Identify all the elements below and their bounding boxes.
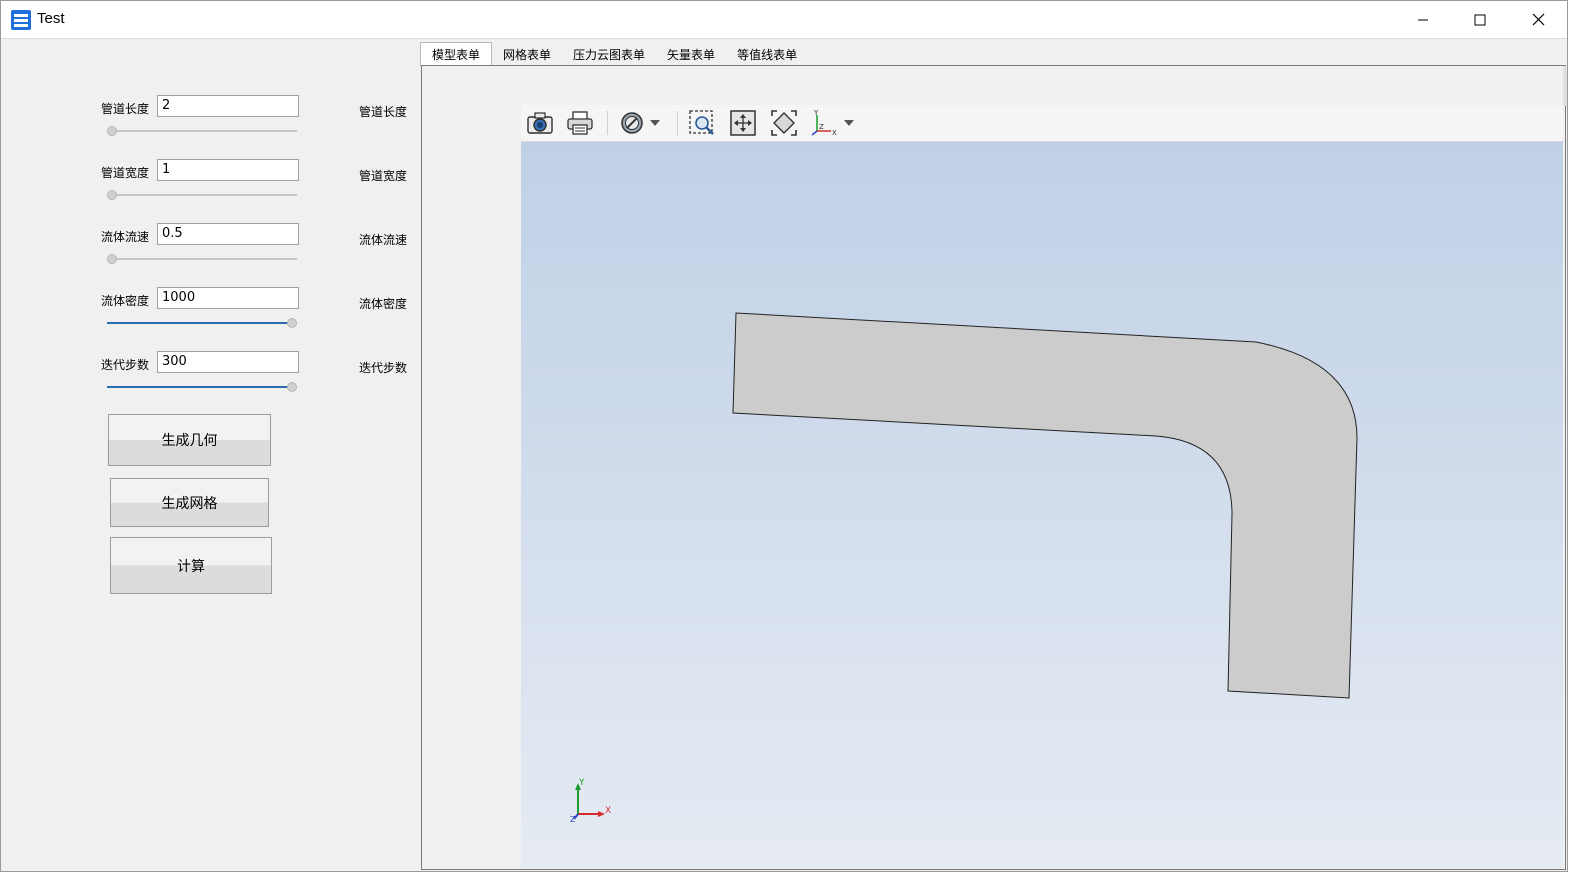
tab-pressure-contour[interactable]: 压力云图表单 (562, 42, 656, 66)
fluid-density-label: 流体密度 (101, 294, 150, 308)
close-icon (1532, 13, 1544, 26)
maximize-button[interactable] (1451, 1, 1509, 38)
fluid-velocity-label: 流体流速 (101, 230, 150, 244)
toolbar-axis-x-label: X (832, 129, 837, 137)
no-sign-icon[interactable] (617, 109, 647, 137)
slider-handle[interactable] (287, 318, 297, 328)
tab-bar: 模型表单 网格表单 压力云图表单 矢量表单 等值线表单 (420, 42, 808, 66)
axis-x-label: X (605, 806, 611, 816)
fluid-velocity-side-label: 流体流速 (359, 233, 408, 247)
pipe-length-label: 管道长度 (101, 102, 150, 116)
tab-model[interactable]: 模型表单 (420, 42, 493, 66)
print-icon[interactable] (565, 109, 595, 137)
pipe-width-label: 管道宽度 (101, 166, 150, 180)
tab-vector[interactable]: 矢量表单 (656, 42, 726, 66)
fluid-density-side-label: 流体密度 (359, 297, 408, 311)
axis-z-label: Z (570, 815, 576, 824)
generate-mesh-button[interactable]: 生成网格 (110, 478, 269, 527)
reset-view-icon[interactable] (769, 109, 799, 137)
generate-geometry-button[interactable]: 生成几何 (108, 414, 271, 466)
slider-handle[interactable] (107, 254, 117, 264)
pipe-length-side-label: 管道长度 (359, 105, 408, 119)
maximize-icon (1474, 14, 1486, 25)
window-title: Test (37, 10, 65, 27)
fluid-velocity-input[interactable]: 0.5 (157, 223, 299, 245)
fluid-density-input[interactable]: 1000 (157, 287, 299, 309)
dropdown-arrow-icon[interactable] (841, 109, 857, 137)
fluid-velocity-slider[interactable] (107, 254, 297, 264)
iteration-steps-label: 迭代步数 (101, 358, 150, 372)
slider-handle[interactable] (107, 190, 117, 200)
toolbar-axis-y-label: Y (813, 109, 819, 117)
axes-icon[interactable]: Y XZ (809, 109, 839, 137)
main-window: Test 管道长度 2 管道长度 管道宽度 1 管道宽度 流体流速 0.5 流体… (0, 0, 1568, 872)
fluid-density-slider[interactable] (107, 318, 297, 328)
3d-viewport[interactable]: Y X Z (521, 142, 1563, 868)
minimize-button[interactable] (1394, 1, 1452, 38)
slider-handle[interactable] (107, 126, 117, 136)
app-icon (11, 10, 31, 30)
title-bar[interactable]: Test (1, 1, 1567, 39)
pipe-length-slider[interactable] (107, 126, 297, 136)
tab-mesh[interactable]: 网格表单 (492, 42, 562, 66)
viewer-toolbar: Y XZ (521, 105, 1563, 142)
dropdown-arrow-icon[interactable] (647, 109, 663, 137)
parameter-panel: 管道长度 2 管道长度 管道宽度 1 管道宽度 流体流速 0.5 流体流速 流体… (1, 39, 420, 871)
compute-button[interactable]: 计算 (110, 537, 272, 594)
pipe-length-input[interactable]: 2 (157, 95, 299, 117)
toolbar-axis-z-label: Z (819, 123, 824, 131)
axis-triad: Y X Z (570, 778, 611, 824)
pipe-geometry (732, 312, 1358, 699)
fit-all-icon[interactable] (728, 109, 758, 137)
minimize-icon (1418, 19, 1428, 20)
tab-isoline[interactable]: 等值线表单 (726, 42, 808, 66)
pipe-width-slider[interactable] (107, 190, 297, 200)
camera-icon[interactable] (525, 109, 555, 137)
close-button[interactable] (1509, 1, 1567, 38)
pipe-width-side-label: 管道宽度 (359, 169, 408, 183)
pipe-geometry-canvas: Y X Z (570, 312, 1358, 824)
pipe-width-input[interactable]: 1 (157, 159, 299, 181)
scrollbar-edge[interactable] (1563, 66, 1567, 106)
iteration-steps-input[interactable]: 300 (157, 351, 299, 373)
zoom-box-icon[interactable] (687, 109, 717, 137)
axis-y-label: Y (578, 778, 585, 788)
iteration-steps-side-label: 迭代步数 (359, 361, 408, 375)
iteration-steps-slider[interactable] (107, 382, 297, 392)
slider-handle[interactable] (287, 382, 297, 392)
